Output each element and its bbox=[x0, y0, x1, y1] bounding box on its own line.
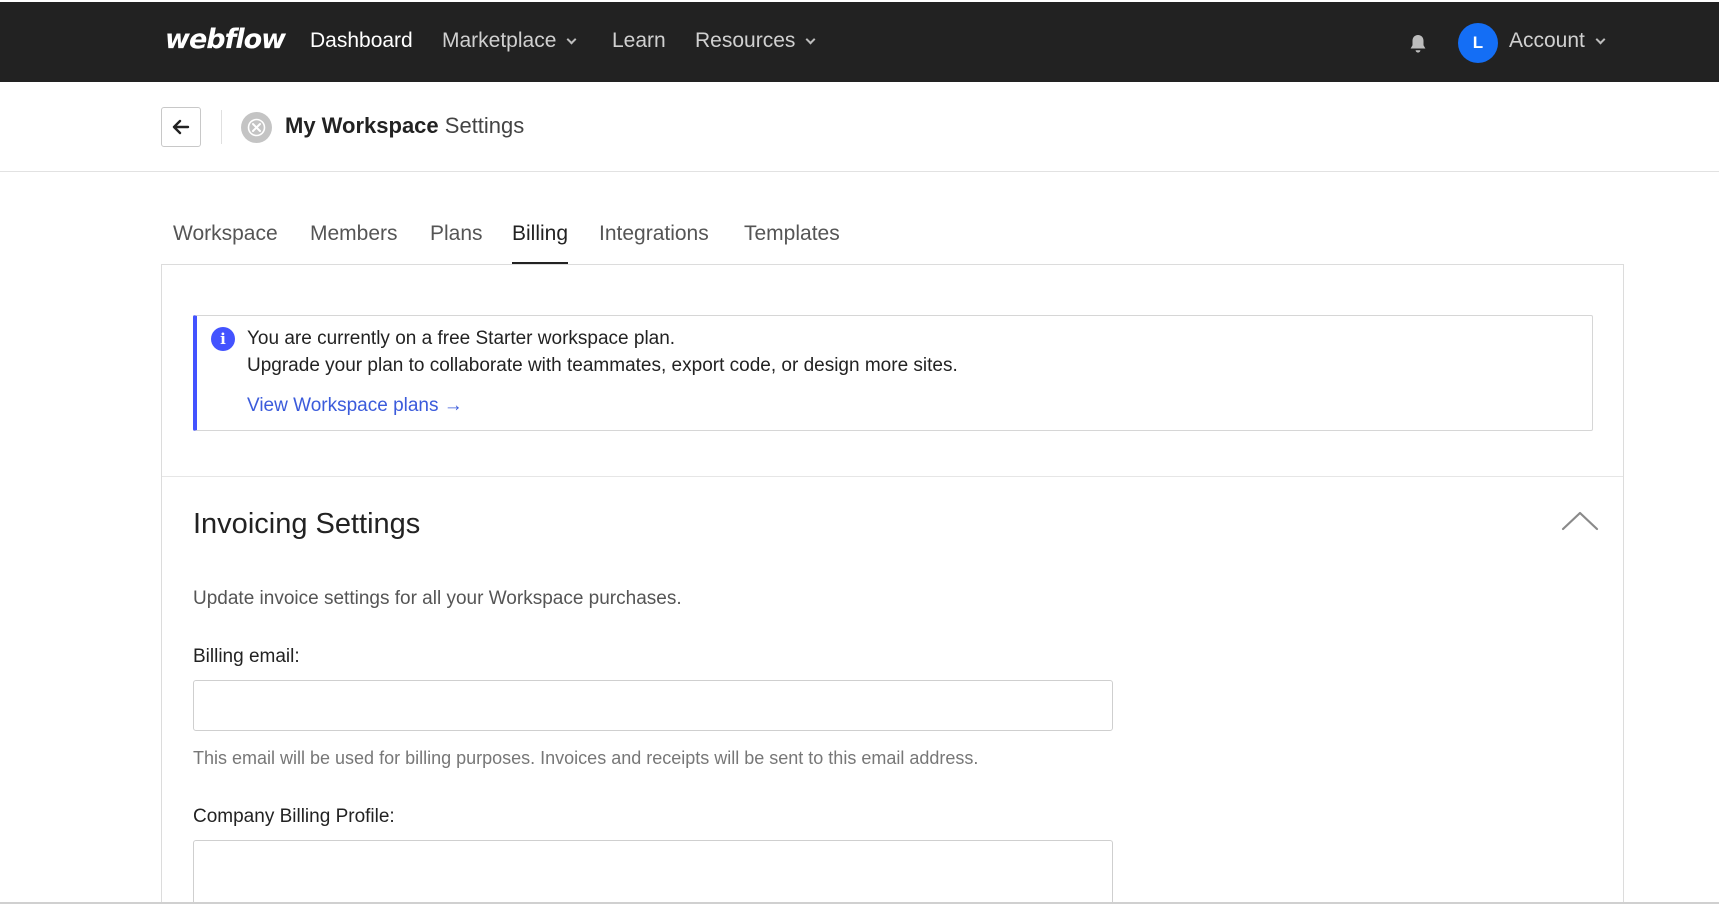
tab-billing[interactable]: Billing bbox=[512, 222, 568, 246]
nav-marketplace[interactable]: Marketplace bbox=[442, 29, 577, 53]
tab-plans[interactable]: Plans bbox=[430, 222, 483, 246]
notice-text: You are currently on a free Starter work… bbox=[247, 328, 676, 349]
tab-workspace[interactable]: Workspace bbox=[173, 222, 278, 246]
back-button[interactable] bbox=[161, 107, 201, 147]
view-workspace-plans-link[interactable]: View Workspace plans → bbox=[247, 395, 463, 417]
nav-dashboard-label: Dashboard bbox=[310, 29, 413, 52]
plan-notice: i You are currently on a free Starter wo… bbox=[193, 315, 1593, 431]
billing-email-help: This email will be used for billing purp… bbox=[193, 748, 979, 768]
info-icon: i bbox=[211, 327, 235, 351]
billing-email-label: Billing email: bbox=[193, 646, 300, 667]
section-divider bbox=[162, 476, 1623, 477]
section-description: Update invoice settings for all your Wor… bbox=[193, 588, 682, 609]
nav-marketplace-label: Marketplace bbox=[442, 29, 557, 52]
nav-learn-label: Learn bbox=[612, 29, 666, 52]
webflow-logo[interactable]: webflow bbox=[165, 24, 286, 55]
nav-learn[interactable]: Learn bbox=[612, 29, 666, 53]
tab-integrations[interactable]: Integrations bbox=[599, 222, 709, 246]
nav-resources-label: Resources bbox=[695, 29, 796, 52]
settings-header: My Workspace Settings bbox=[0, 82, 1719, 172]
chevron-up-icon[interactable] bbox=[1555, 505, 1605, 537]
chevron-down-icon bbox=[566, 34, 577, 45]
page-title: My Workspace Settings bbox=[285, 113, 524, 139]
notice-subtext: Upgrade your plan to collaborate with te… bbox=[247, 355, 958, 376]
chevron-down-icon bbox=[805, 34, 816, 45]
chevron-down-icon bbox=[1595, 34, 1606, 45]
tab-templates[interactable]: Templates bbox=[744, 222, 840, 246]
billing-card: i You are currently on a free Starter wo… bbox=[161, 264, 1624, 904]
billing-email-field[interactable] bbox=[193, 680, 1113, 731]
top-nav: webflow Dashboard Marketplace Learn Reso… bbox=[0, 2, 1719, 82]
account-menu[interactable]: Account bbox=[1509, 29, 1606, 53]
tab-members[interactable]: Members bbox=[310, 222, 398, 246]
workspace-name: My Workspace bbox=[285, 113, 439, 138]
workspace-icon bbox=[241, 112, 272, 143]
account-label: Account bbox=[1509, 29, 1585, 52]
nav-resources[interactable]: Resources bbox=[695, 29, 816, 53]
arrow-left-icon bbox=[172, 119, 190, 135]
header-divider bbox=[221, 110, 222, 144]
nav-dashboard[interactable]: Dashboard bbox=[310, 29, 413, 53]
company-billing-profile-field[interactable] bbox=[193, 840, 1113, 904]
bell-icon[interactable] bbox=[1406, 32, 1430, 56]
section-title: Invoicing Settings bbox=[193, 508, 421, 540]
page-title-suffix: Settings bbox=[444, 113, 525, 138]
company-billing-profile-label: Company Billing Profile: bbox=[193, 806, 395, 827]
avatar[interactable]: L bbox=[1458, 23, 1498, 63]
